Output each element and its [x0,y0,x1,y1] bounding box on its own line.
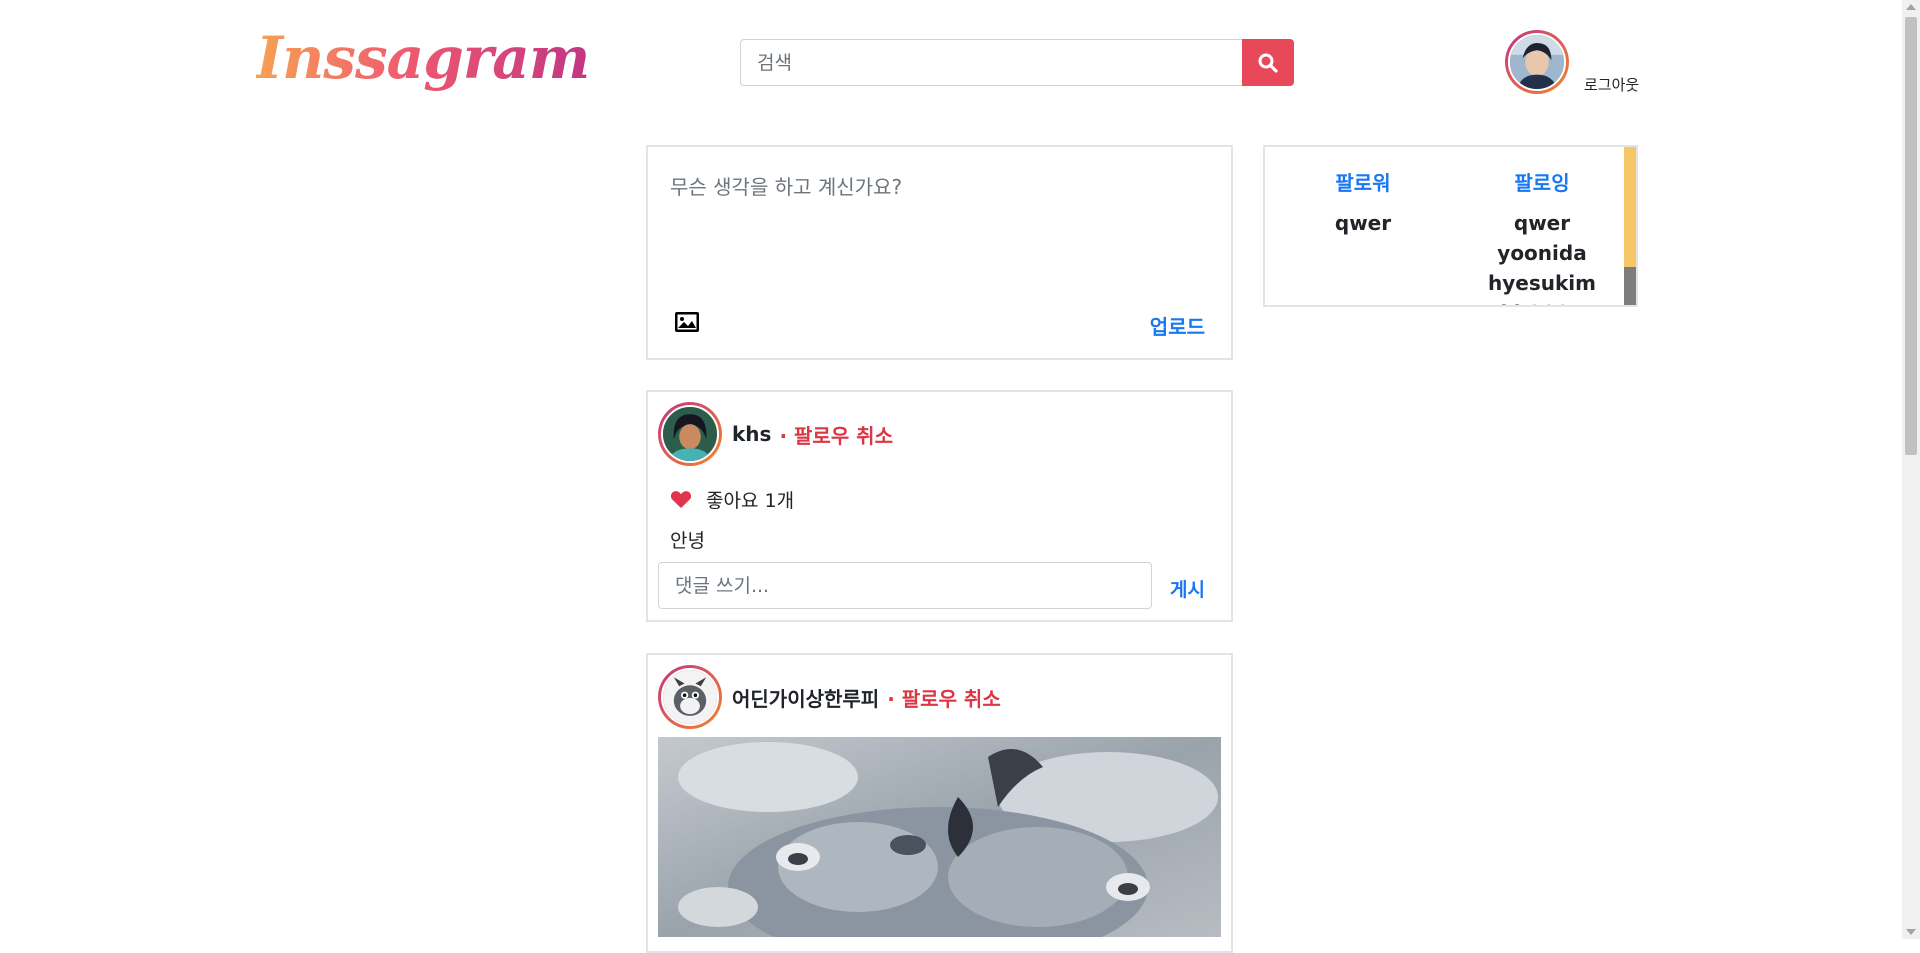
following-header[interactable]: 팔로잉 [1462,167,1622,196]
post-caption: 안녕 [670,530,705,552]
follower-name[interactable]: qwer [1283,208,1443,238]
comment-input[interactable] [658,562,1152,609]
avatar-image [1508,33,1566,91]
page-scrollbar-thumb[interactable] [1905,17,1917,455]
post-avatar[interactable] [658,665,722,729]
unfollow-button[interactable]: · 팔로우 취소 [779,420,893,449]
followers-header[interactable]: 팔로워 [1283,167,1443,196]
following-column: 팔로잉 qwer yoonida hyesukim kh2007 [1462,167,1622,305]
logout-link[interactable]: 로그아웃 [1584,74,1639,95]
post-header: 어딘가이상한루피 · 팔로우 취소 [658,665,1001,729]
like-count: 좋아요 1개 [706,490,795,512]
post-avatar[interactable] [658,402,722,466]
post-card: 어딘가이상한루피 · 팔로우 취소 [646,653,1233,953]
post-header: khs · 팔로우 취소 [658,402,893,466]
post-card: khs · 팔로우 취소 좋아요 1개 안녕 게시 [646,390,1233,622]
scrollbar-thumb-lower [1624,267,1636,305]
image-upload-icon[interactable] [674,311,700,337]
heart-icon[interactable] [670,490,692,509]
scroll-up-arrow-icon[interactable] [1906,4,1916,10]
post-username[interactable]: 어딘가이상한루피 [732,683,879,712]
like-row: 좋아요 1개 [670,486,794,513]
upload-button[interactable]: 업로드 [1150,311,1205,340]
search-button[interactable] [1242,39,1294,86]
profile-avatar[interactable] [1505,30,1569,94]
search-input[interactable] [740,39,1243,86]
post-image[interactable] [658,737,1221,937]
follow-panel-scrollbar[interactable] [1624,147,1636,305]
app-logo[interactable]: Inssagram [256,22,590,94]
search-bar [740,39,1294,86]
following-name[interactable]: yoonida [1462,238,1622,268]
unfollow-button[interactable]: · 팔로우 취소 [887,683,1001,712]
followers-column: 팔로워 qwer [1283,167,1443,238]
compose-textarea[interactable] [670,171,1210,291]
follow-panel: 팔로워 qwer 팔로잉 qwer yoonida hyesukim kh200… [1263,145,1638,307]
following-name[interactable]: qwer [1462,208,1622,238]
post-comment-button[interactable]: 게시 [1170,575,1205,602]
compose-card: 업로드 [646,145,1233,360]
following-name[interactable]: hyesukim [1462,268,1622,298]
scroll-down-arrow-icon[interactable] [1906,929,1916,935]
search-icon [1258,53,1278,73]
page-scrollbar[interactable] [1902,0,1920,939]
scrollbar-thumb[interactable] [1624,147,1636,267]
following-name[interactable]: kh2007 [1462,298,1622,305]
post-username[interactable]: khs [732,422,771,446]
